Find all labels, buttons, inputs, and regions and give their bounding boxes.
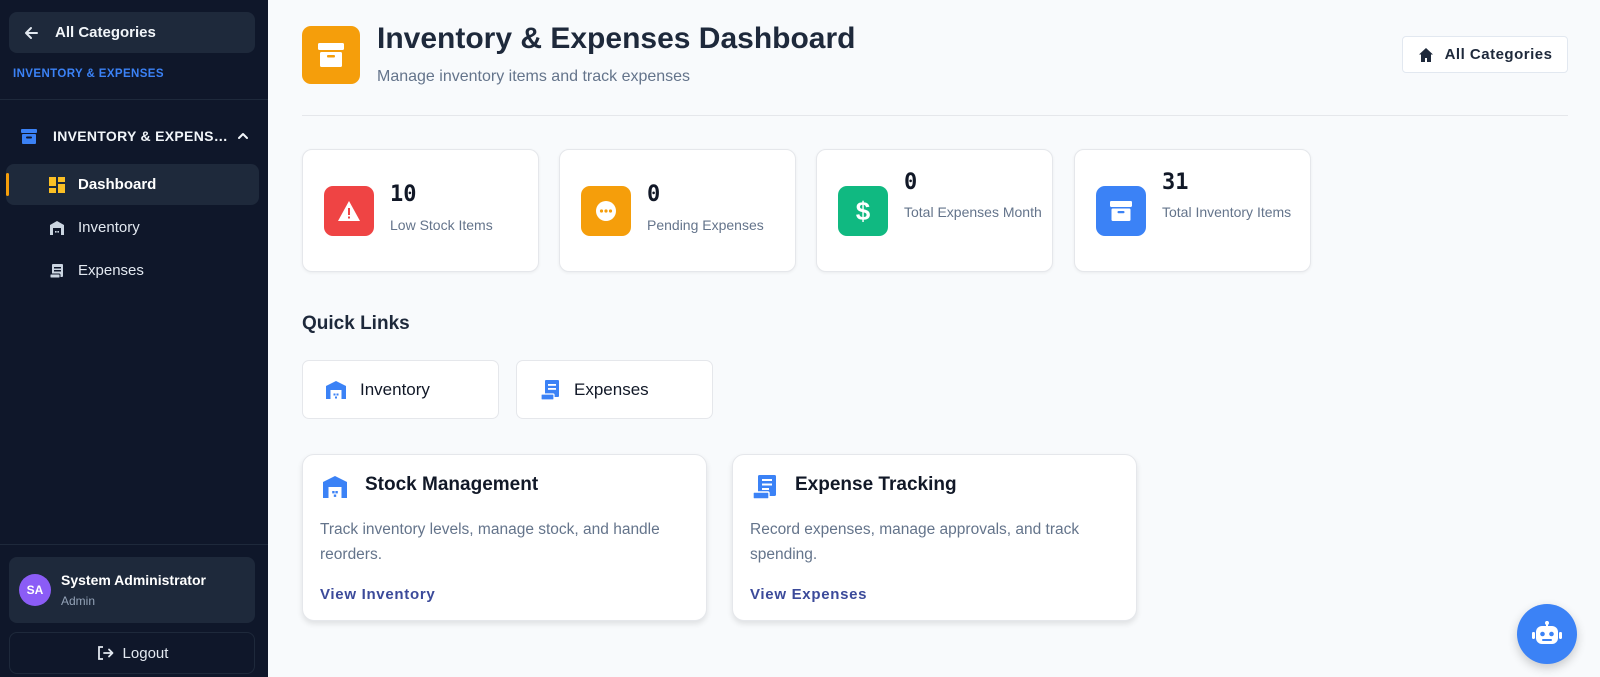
back-button-label: All Categories [55,24,156,41]
logout-button[interactable]: Logout [9,632,255,674]
warehouse-icon [325,379,347,401]
sidebar-group-toggle[interactable]: INVENTORY & EXPENSES [20,124,250,148]
sidebar-item-label: Inventory [78,219,140,236]
sidebar-group-label: INVENTORY & EXPENSES [53,128,230,144]
view-expenses-link[interactable]: View Expenses [750,586,867,603]
page-title: Inventory & Expenses Dashboard [377,22,856,55]
feature-title: Stock Management [365,474,539,495]
stat-label: Total Inventory Items [1162,204,1292,220]
sidebar: All Categories INVENTORY & EXPENSES INVE… [0,0,268,677]
feature-description: Track inventory levels, manage stock, an… [320,521,660,563]
user-profile-card[interactable]: SA System Administrator Admin [9,557,255,623]
user-name: System Administrator [61,572,206,588]
warning-icon [324,186,374,236]
user-role: Admin [61,594,96,608]
dashboard-icon [49,176,65,193]
sidebar-section-label: INVENTORY & EXPENSES [13,68,164,80]
all-categories-button[interactable]: All Categories [1402,36,1568,73]
stat-value: 10 [390,182,417,207]
chevron-up-icon [238,133,248,139]
sidebar-item-expenses[interactable]: Expenses [6,250,259,291]
stat-card-pending-expenses: 0 Pending Expenses [559,149,796,272]
avatar: SA [19,574,51,606]
header-divider [302,115,1568,116]
sidebar-divider [0,99,268,100]
feature-card-expense-tracking: Expense Tracking Record expenses, manage… [732,454,1137,621]
pending-icon [581,186,631,236]
dollar-icon: $ [838,186,888,236]
all-categories-label: All Categories [1444,46,1553,63]
feature-description: Record expenses, manage approvals, and t… [750,521,1080,563]
robot-icon [1532,621,1562,644]
view-inventory-link[interactable]: View Inventory [320,586,435,603]
sidebar-item-label: Dashboard [78,176,157,193]
receipt-icon [539,379,561,401]
stat-value: 0 [904,170,918,195]
warehouse-icon [49,220,65,236]
sidebar-item-inventory[interactable]: Inventory [6,207,259,248]
stat-value: 0 [647,182,661,207]
arrow-left-icon [23,24,41,42]
assistant-chat-button[interactable] [1517,604,1577,664]
page-subtitle: Manage inventory items and track expense… [377,68,691,85]
logout-icon [97,646,113,660]
archive-icon [1096,186,1146,236]
quick-link-inventory[interactable]: Inventory [302,360,499,419]
receipt-icon [49,263,65,279]
sidebar-divider [0,544,268,545]
stat-card-low-stock: 10 Low Stock Items [302,149,539,272]
feature-title: Expense Tracking [795,474,957,495]
archive-icon [21,129,37,144]
stat-value: 31 [1162,170,1189,195]
logout-label: Logout [122,644,169,662]
stat-card-total-inventory: 31 Total Inventory Items [1074,149,1311,272]
sidebar-item-dashboard[interactable]: Dashboard [6,164,259,205]
quick-link-expenses[interactable]: Expenses [516,360,713,419]
warehouse-icon [323,476,347,498]
sidebar-item-label: Expenses [78,262,144,279]
quick-link-label: Expenses [574,379,649,399]
quick-link-label: Inventory [360,379,430,399]
stat-label: Low Stock Items [390,217,493,233]
all-categories-back-button[interactable]: All Categories [9,12,255,53]
page-archive-icon [302,26,360,84]
stat-label: Pending Expenses [647,217,764,233]
stat-label: Total Expenses Month [904,204,1042,220]
receipt-icon [752,475,776,500]
stat-card-total-expenses: $ 0 Total Expenses Month [816,149,1053,272]
quick-links-title: Quick Links [302,313,410,334]
home-icon [1418,47,1433,62]
feature-card-stock-management: Stock Management Track inventory levels,… [302,454,707,621]
